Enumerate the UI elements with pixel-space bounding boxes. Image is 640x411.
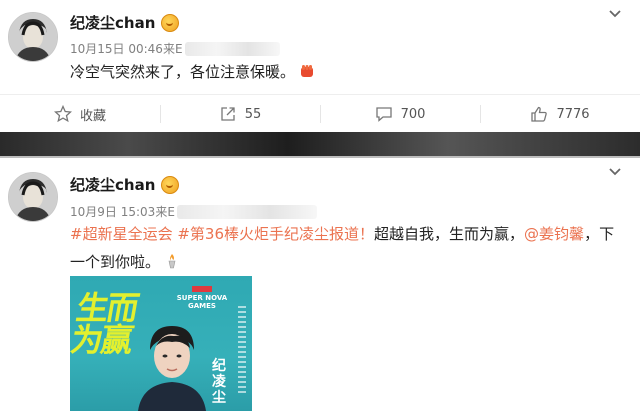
poster-decoration [238,306,246,396]
username-text[interactable]: 纪凌尘chan [70,174,155,195]
person-photo [138,326,206,411]
action-bar: 收藏 55 700 7776 [0,94,640,133]
logo-mark [192,286,212,292]
fist-emoji-icon [301,65,314,77]
favorite-label: 收藏 [79,108,106,124]
weibo-post-1: 纪凌尘chan 10月15日 00:46 来E 冷空气突然来了，各位注意保暖。 … [0,0,640,136]
post-text-body: 冷空气突然来了，各位注意保暖。 [70,63,296,81]
topic-link[interactable]: #第36棒火炬手纪凌尘报道！ [177,225,374,243]
blurred-source [176,204,317,219]
source-label: 来E [162,42,183,56]
share-icon [221,107,235,121]
post-text: #超新星全运会 #第36棒火炬手纪凌尘报道！超越自我，生而为赢，@姜钧馨，下 一… [70,220,630,276]
poster-name: 纪凌尘 [212,358,226,406]
blurred-source [184,41,280,56]
comment-icon [375,107,392,122]
mention-link[interactable]: @姜钧馨 [524,225,584,243]
post-image[interactable]: 生而为赢 SUPER NOVA GAMES 纪凌尘 [70,276,252,411]
username[interactable]: 纪凌尘chan [70,174,180,195]
username-text[interactable]: 纪凌尘chan [70,12,155,33]
chevron-down-icon[interactable] [608,164,622,178]
vip-badge-icon [161,175,180,194]
comment-button[interactable]: 700 [320,95,480,133]
poster-logo: SUPER NOVA GAMES [176,286,228,322]
timestamp[interactable]: 10月9日 15:03 [70,203,155,220]
chevron-down-icon[interactable] [608,6,622,20]
like-icon [531,106,548,122]
star-icon [53,105,72,123]
repost-button[interactable]: 55 [160,95,320,133]
like-button[interactable]: 7776 [480,95,640,133]
timestamp[interactable]: 10月15日 00:46 [70,40,163,57]
weibo-post-2: 纪凌尘chan 10月9日 15:03 来E #超新星全运会 #第36棒火炬手纪… [0,158,640,411]
avatar[interactable] [8,12,58,62]
poster-logo-text: SUPER NOVA GAMES [176,294,228,310]
repost-count: 55 [244,106,262,122]
post-meta: 10月15日 00:46 来E [70,40,280,57]
post-text-tail: ，下 [584,225,615,243]
post-text-body: 超越自我，生而为赢， [374,225,525,243]
username[interactable]: 纪凌尘chan [70,12,180,33]
source-label: 来E [155,205,175,219]
topic-link[interactable]: #超新星全运会 [70,225,173,243]
post-meta: 10月9日 15:03 来E [70,203,317,220]
post-text: 冷空气突然来了，各位注意保暖。 [70,58,630,86]
post-text-tail: 一个到你啦。 [70,253,161,271]
screenshot-separator [0,132,640,156]
like-count: 7776 [556,106,590,122]
vip-badge-icon [161,13,180,32]
avatar[interactable] [8,172,58,222]
torch-emoji-icon [168,254,176,269]
comment-count: 700 [400,106,426,122]
favorite-button[interactable]: 收藏 [0,95,160,133]
